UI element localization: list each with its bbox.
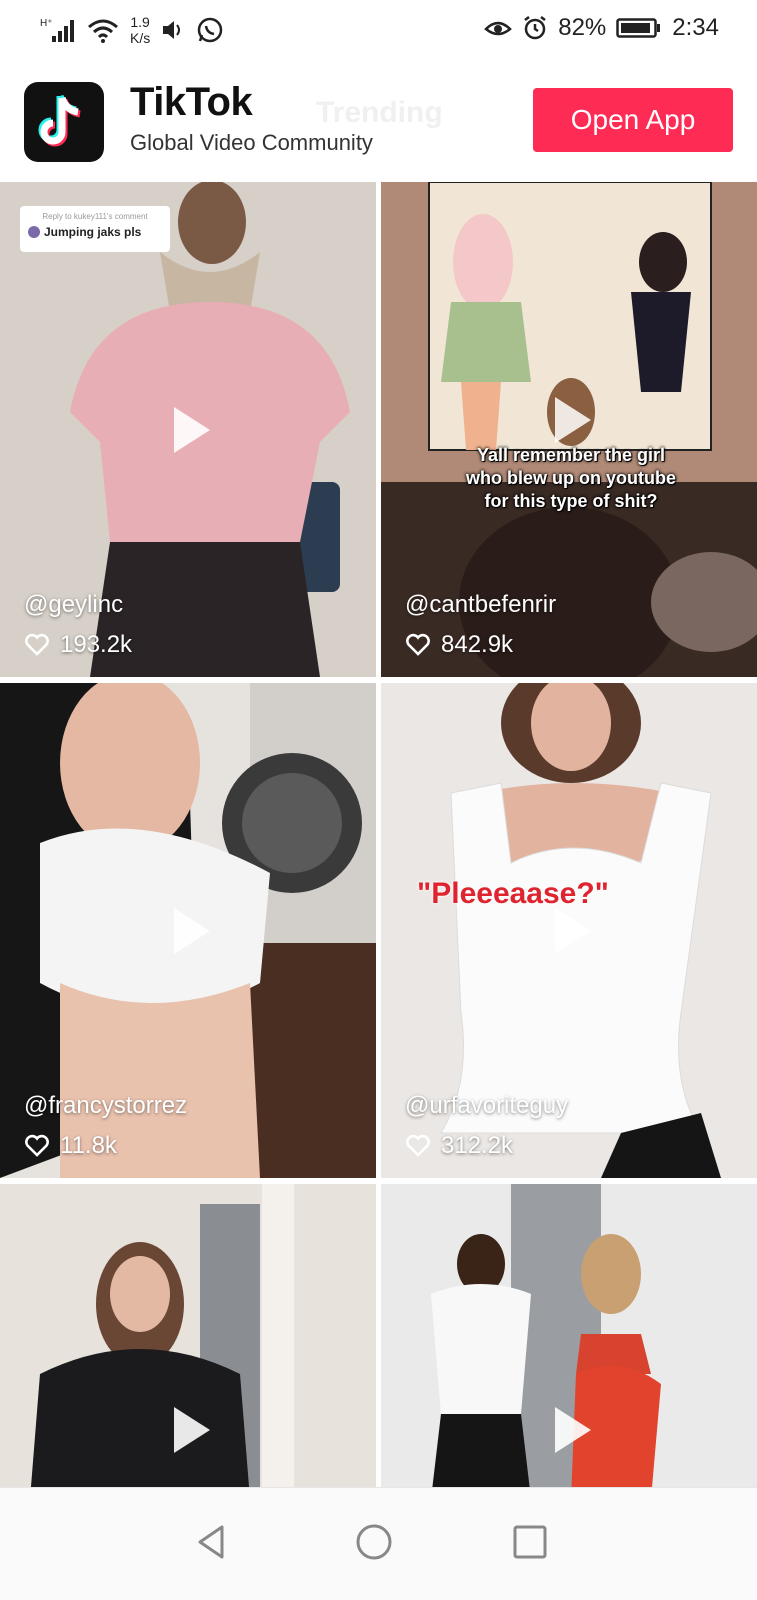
recents-icon[interactable] xyxy=(510,1522,550,1562)
status-right: 82% 2:34 xyxy=(484,14,719,42)
open-app-button[interactable]: Open App xyxy=(533,88,733,152)
heart-icon xyxy=(25,633,49,656)
video-card[interactable]: Reply to kukey111's comment Jumping jaks… xyxy=(0,182,376,677)
signal-icon: H⁺ xyxy=(40,16,76,44)
play-icon xyxy=(555,396,591,443)
video-card[interactable] xyxy=(381,1184,757,1499)
commenter-avatar xyxy=(28,226,40,238)
tiktok-logo-icon[interactable] xyxy=(24,82,104,162)
video-username[interactable]: @urfavoriteguy xyxy=(405,1092,568,1120)
app-banner: TikTok Global Video Community Trending O… xyxy=(0,64,757,180)
system-nav-bar xyxy=(0,1487,757,1600)
like-count: 842.9k xyxy=(405,631,513,659)
video-card[interactable]: "Pleeeaase?" @urfavoriteguy 312.2k xyxy=(381,683,757,1178)
heart-icon xyxy=(25,1134,49,1157)
wifi-icon xyxy=(86,16,120,44)
video-username[interactable]: @francystorrez xyxy=(24,1092,187,1120)
video-caption: Yall remember the girl who blew up on yo… xyxy=(466,445,676,511)
app-title: TikTok xyxy=(130,80,253,124)
like-count: 11.8k xyxy=(24,1132,117,1160)
back-icon[interactable] xyxy=(192,1522,232,1562)
volume-icon xyxy=(160,17,186,43)
like-count: 312.2k xyxy=(405,1132,513,1160)
like-count: 193.2k xyxy=(24,631,132,659)
alarm-icon xyxy=(522,15,548,41)
clock: 2:34 xyxy=(672,14,719,41)
app-subtitle: Global Video Community xyxy=(130,130,373,155)
video-grid: Reply to kukey111's comment Jumping jaks… xyxy=(0,182,757,1499)
status-left: H⁺ 1.9 K/s xyxy=(40,14,224,46)
reply-comment-bubble: Reply to kukey111's comment Jumping jaks… xyxy=(20,206,170,252)
network-speed: 1.9 K/s xyxy=(130,14,151,46)
home-icon[interactable] xyxy=(354,1522,394,1562)
video-username[interactable]: @geylinc xyxy=(24,591,123,619)
battery-percent: 82% xyxy=(558,14,607,41)
trending-tab[interactable]: Trending xyxy=(316,96,443,130)
heart-icon xyxy=(406,1134,430,1157)
play-icon xyxy=(174,907,210,954)
video-card[interactable] xyxy=(0,1184,376,1499)
eye-icon xyxy=(484,15,513,41)
video-card[interactable]: @francystorrez 11.8k xyxy=(0,683,376,1178)
battery-icon xyxy=(616,16,662,40)
play-icon xyxy=(555,907,591,954)
heart-icon xyxy=(406,633,430,656)
whatsapp-icon xyxy=(196,16,224,44)
video-card[interactable]: Yall remember the girl who blew up on yo… xyxy=(381,182,757,677)
play-icon xyxy=(555,1406,591,1453)
svg-text:H⁺: H⁺ xyxy=(40,18,53,29)
play-icon xyxy=(174,1406,210,1453)
play-icon xyxy=(174,406,210,453)
status-bar: H⁺ 1.9 K/s 82% 2:34 xyxy=(0,0,757,64)
video-username[interactable]: @cantbefenrir xyxy=(405,591,556,619)
